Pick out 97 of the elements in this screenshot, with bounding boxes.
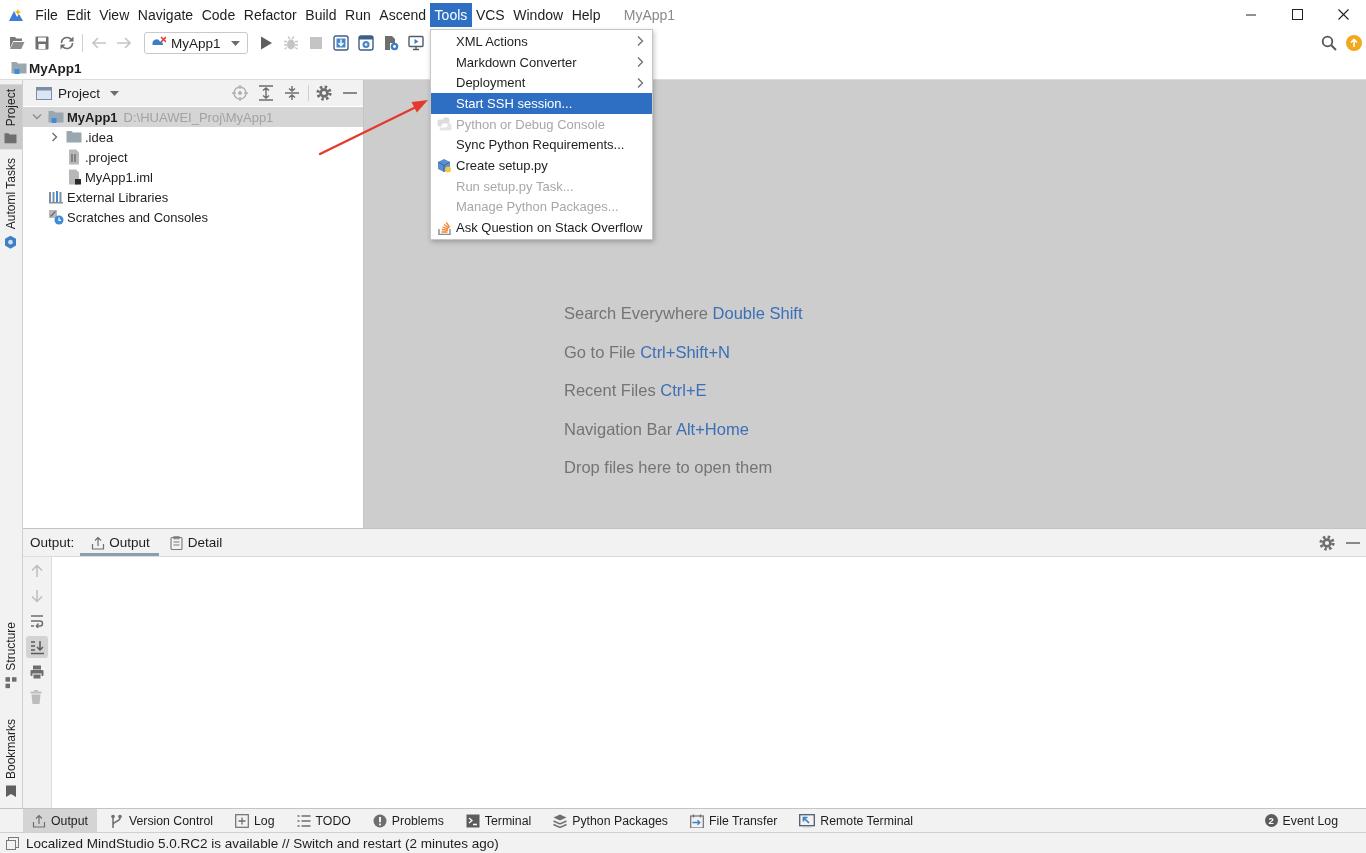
module-folder-icon [48, 109, 64, 125]
tool-window-tab[interactable]: Automl Tasks [0, 153, 22, 255]
tool-window-tab[interactable]: Log [226, 809, 284, 832]
menu-item[interactable]: Ascend [375, 2, 431, 27]
windows-icon [6, 836, 19, 850]
menu-item[interactable]: Deployment [431, 72, 652, 94]
calendar-arrow-icon [690, 813, 704, 828]
branch-icon [109, 813, 124, 828]
soft-wrap-icon[interactable] [30, 614, 44, 629]
chevron-right-icon[interactable] [50, 132, 60, 142]
tool-window-tab[interactable]: TODO [287, 809, 360, 832]
tree-item[interactable]: .project [23, 147, 363, 167]
menu-item[interactable]: Sync Python Requirements... [431, 134, 652, 156]
status-message: Localized MindStudio 5.0.RC2 is available // Switch and restart (2 minutes ago) [26, 835, 499, 851]
tool-window-tab[interactable]: Terminal [456, 809, 541, 832]
menu-item[interactable]: Start SSH session... [431, 93, 652, 114]
hint-text: Go to File Ctrl+Shift+N [564, 341, 730, 363]
caret-icon [231, 40, 240, 46]
menu-item[interactable]: Help [567, 2, 605, 27]
window-title: MyApp1 [623, 6, 676, 23]
close-icon[interactable] [1337, 9, 1349, 20]
save-icon[interactable] [33, 35, 50, 51]
view-selector[interactable]: Project [36, 85, 120, 101]
tool-window-tab[interactable]: Remote Terminal [790, 809, 923, 832]
settings-icon[interactable] [316, 85, 332, 101]
panel-label: Output: [30, 534, 75, 552]
event-count: 2 [1264, 814, 1278, 827]
tool-window-tab[interactable]: File Transfer [681, 809, 787, 832]
tool-window-tab[interactable]: Version Control [100, 809, 222, 832]
menu-item[interactable]: Create setup.py [431, 155, 652, 176]
package-icon [437, 157, 451, 173]
sync-icon[interactable] [58, 35, 75, 51]
menu-item[interactable]: File [31, 2, 63, 27]
breadcrumb[interactable]: MyApp1 [11, 60, 82, 76]
tool-window-tab[interactable]: Output [23, 809, 97, 832]
list-icon [296, 813, 311, 828]
stack-tray-icon [437, 220, 451, 235]
tree-item[interactable]: MyApp1.iml [23, 167, 363, 187]
expand-all-icon[interactable] [258, 85, 274, 101]
hint-text: Navigation Bar Alt+Home [564, 418, 749, 440]
tree-item[interactable]: External Libraries [23, 187, 363, 207]
upload-icon [91, 535, 106, 550]
menu-item[interactable]: VCS [471, 2, 509, 27]
tree-item[interactable]: .idea [23, 127, 363, 147]
settings-icon[interactable] [1319, 534, 1335, 551]
file-gear-icon[interactable] [382, 35, 399, 51]
maximize-icon[interactable] [1291, 9, 1303, 20]
plus-box-icon [235, 813, 249, 828]
file-icon [66, 149, 82, 165]
panel-icon [36, 85, 52, 101]
library-icon [48, 189, 64, 205]
menu-item[interactable]: Edit [62, 2, 95, 27]
menu-item[interactable]: Build [301, 2, 341, 27]
hint-text: Search Everywhere Double Shift [564, 303, 803, 324]
menu-item[interactable]: View [94, 2, 134, 27]
squares-icon [5, 676, 17, 689]
hint-text: Recent Files Ctrl+E [564, 380, 707, 401]
folder-icon [4, 132, 18, 145]
scratch-file-icon [48, 209, 64, 225]
event-log-button[interactable]: 2 Event Log [1264, 809, 1338, 832]
menu-item[interactable]: Window [509, 2, 568, 27]
scroll-to-end-icon[interactable] [26, 635, 48, 658]
caret-icon [110, 90, 120, 96]
box-gear-icon[interactable] [357, 35, 374, 51]
printer-icon[interactable] [30, 664, 44, 679]
tool-window-tab[interactable]: Python Packages [544, 809, 677, 832]
run-config-dropdown[interactable]: MyApp1 [144, 32, 248, 54]
menu-item[interactable]: Code [197, 2, 240, 27]
collapse-all-icon[interactable] [284, 85, 300, 101]
tool-window-tab[interactable]: Structure [0, 617, 22, 694]
bookmark-icon [5, 785, 17, 797]
search-icon[interactable] [1320, 35, 1337, 51]
layers-icon [553, 813, 568, 828]
exclamation-icon [372, 813, 387, 828]
tree-item[interactable]: Scratches and Consoles [23, 207, 363, 227]
monitor-play-icon[interactable] [407, 35, 424, 51]
module-file-icon [66, 169, 82, 185]
clipboard-icon [169, 535, 184, 550]
tool-window-tab[interactable]: Bookmarks [0, 713, 22, 802]
module-folder-icon [11, 60, 27, 76]
folder-icon [66, 129, 82, 145]
menu-item[interactable]: Tools [430, 2, 472, 27]
tool-window-tab[interactable]: Problems [363, 809, 453, 832]
python-icon [436, 117, 452, 132]
menu-item[interactable]: XML Actions [431, 31, 652, 52]
tab[interactable]: Detail [158, 529, 232, 556]
menu-item[interactable]: Navigate [133, 2, 198, 27]
folder-icon[interactable] [8, 35, 25, 51]
menu-item[interactable]: Markdown Converter [431, 51, 652, 73]
menu-item[interactable]: Ask Question on Stack Overflow [431, 217, 652, 238]
menu-item[interactable]: Refactor [239, 2, 301, 27]
hint-text: Drop files here to open them [564, 457, 773, 478]
terminal-icon [465, 813, 480, 828]
hexagon-icon [4, 235, 18, 250]
menu-item[interactable]: Run [340, 2, 375, 27]
tool-window-tab[interactable]: Project [0, 84, 22, 150]
upload-icon [32, 813, 46, 828]
